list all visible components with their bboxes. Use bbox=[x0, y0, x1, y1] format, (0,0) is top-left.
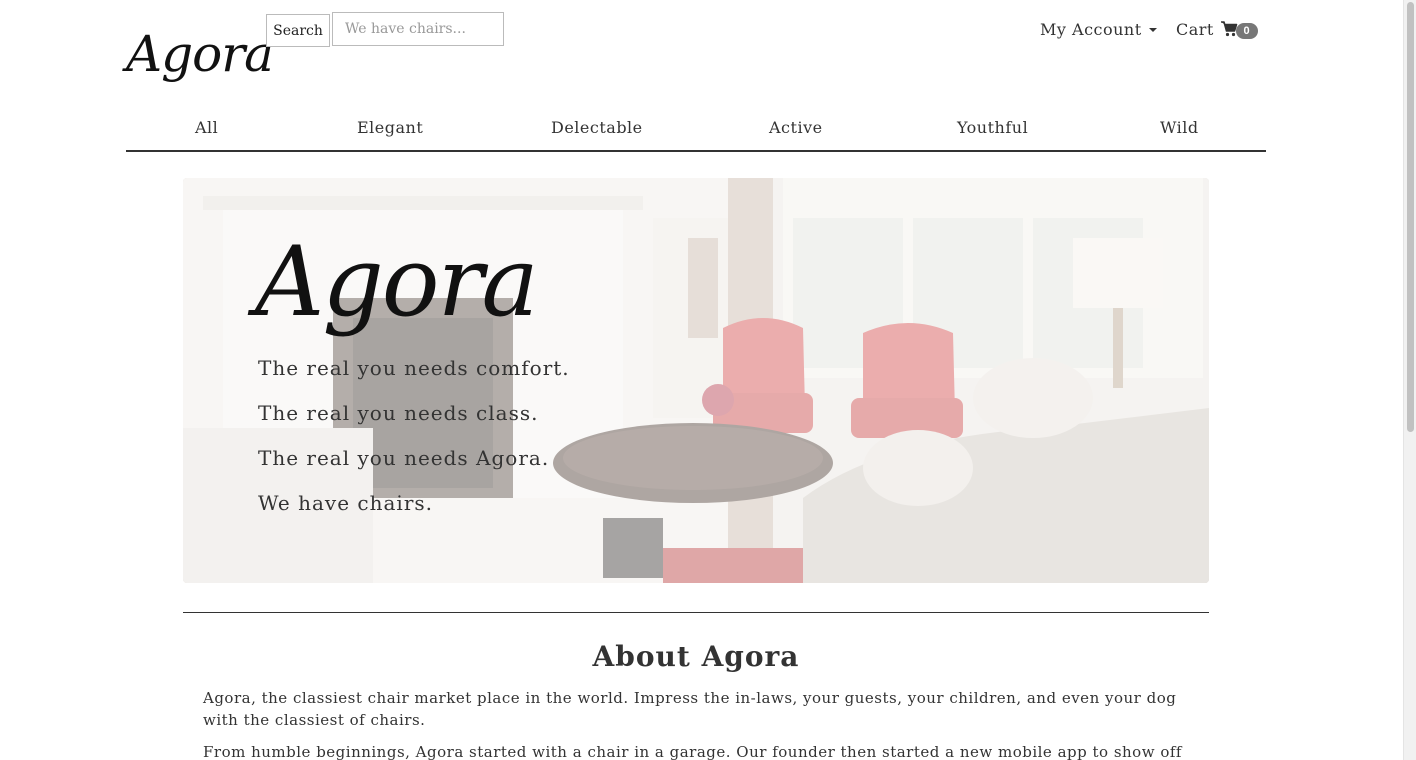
hero-banner: Agora The real you needs comfort. The re… bbox=[183, 178, 1209, 583]
my-account-label: My Account bbox=[1040, 19, 1142, 39]
about-title: About Agora bbox=[592, 640, 800, 673]
about-paragraph: Agora, the classiest chair market place … bbox=[203, 689, 1177, 729]
my-account-dropdown[interactable]: My Account bbox=[1040, 18, 1157, 40]
about-paragraph: From humble beginnings, Agora started wi… bbox=[203, 743, 1182, 760]
site-logo[interactable]: Agora bbox=[126, 18, 274, 90]
hero-tagline-comfort: The real you needs comfort. bbox=[258, 356, 570, 380]
cart-link[interactable]: Cart 0 bbox=[1176, 18, 1258, 40]
page: Agora Search My Account Cart 0 All Elega… bbox=[0, 0, 1403, 760]
cart-label: Cart bbox=[1176, 19, 1214, 39]
hero-tagline-class: The real you needs class. bbox=[258, 401, 539, 425]
cart-count-badge: 0 bbox=[1235, 23, 1258, 39]
hero-tagline-agora: The real you needs Agora. bbox=[258, 446, 550, 470]
category-active[interactable]: Active bbox=[769, 118, 823, 137]
scrollbar-thumb[interactable] bbox=[1407, 2, 1414, 432]
category-elegant[interactable]: Elegant bbox=[357, 118, 423, 137]
category-youthful[interactable]: Youthful bbox=[957, 118, 1028, 137]
hero-logo: Agora bbox=[255, 226, 539, 338]
category-nav: All Elegant Delectable Active Youthful W… bbox=[126, 108, 1266, 152]
category-wild[interactable]: Wild bbox=[1160, 118, 1199, 137]
page-scrollbar[interactable] bbox=[1403, 0, 1416, 760]
category-all[interactable]: All bbox=[195, 118, 218, 137]
search-button[interactable]: Search bbox=[266, 14, 330, 47]
caret-down-icon bbox=[1148, 28, 1157, 32]
category-delectable[interactable]: Delectable bbox=[551, 118, 643, 137]
hero-tagline-chairs: We have chairs. bbox=[258, 491, 433, 515]
section-divider bbox=[183, 612, 1209, 613]
search-input[interactable] bbox=[332, 12, 504, 46]
